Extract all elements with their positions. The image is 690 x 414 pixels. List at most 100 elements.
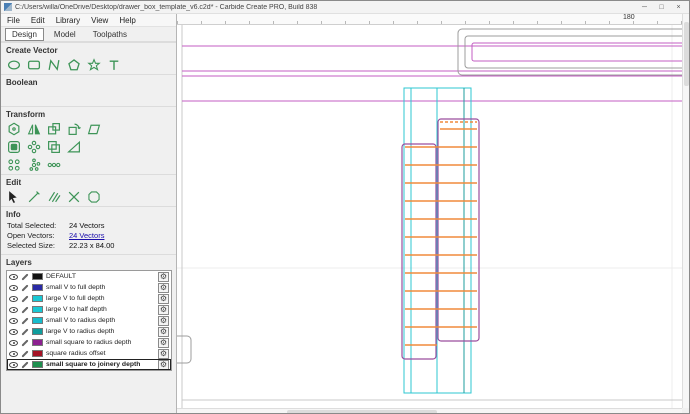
array-radial-tool-icon[interactable] <box>27 158 41 172</box>
select-cursor-icon[interactable] <box>7 190 21 204</box>
array-grid-tool-icon[interactable] <box>7 158 21 172</box>
layer-edit-icon[interactable] <box>21 295 28 302</box>
move-tool-icon[interactable] <box>7 122 21 136</box>
layer-edit-icon[interactable] <box>21 361 28 368</box>
layer-visibility-icon[interactable] <box>9 340 18 346</box>
array-row-tool-icon[interactable] <box>47 158 61 172</box>
layer-name[interactable]: large V to radius depth <box>46 328 155 335</box>
layer-visibility-icon[interactable] <box>9 307 18 313</box>
skew-tool-icon[interactable] <box>87 122 101 136</box>
layer-row-default[interactable]: DEFAULT ⚙ <box>7 271 171 282</box>
menu-edit[interactable]: Edit <box>31 16 45 25</box>
canvas-area[interactable]: 180 <box>177 14 689 414</box>
layer-visibility-icon[interactable] <box>9 329 18 335</box>
scale-tool-icon[interactable] <box>47 122 61 136</box>
layer-settings-gear-icon[interactable]: ⚙ <box>158 338 169 348</box>
curve-tool-icon[interactable] <box>47 58 61 72</box>
layer-color-swatch[interactable] <box>32 295 43 302</box>
offset-tool-icon[interactable] <box>7 140 21 154</box>
layer-row-square-radius-offset[interactable]: square radius offset ⚙ <box>7 348 171 359</box>
menu-file[interactable]: File <box>7 16 20 25</box>
layer-edit-icon[interactable] <box>21 273 28 280</box>
layer-row-small-v-full[interactable]: small V to full depth ⚙ <box>7 282 171 293</box>
menu-library[interactable]: Library <box>56 16 80 25</box>
rotate-tool-icon[interactable] <box>67 122 81 136</box>
layer-visibility-icon[interactable] <box>9 296 18 302</box>
design-drawing[interactable] <box>177 25 684 408</box>
layer-settings-gear-icon[interactable]: ⚙ <box>158 316 169 326</box>
layer-settings-gear-icon[interactable]: ⚙ <box>158 360 169 370</box>
layer-color-swatch[interactable] <box>32 361 43 368</box>
mirror-tool-icon[interactable] <box>27 122 41 136</box>
layer-settings-gear-icon[interactable]: ⚙ <box>158 272 169 282</box>
tab-toolpaths[interactable]: Toolpaths <box>86 28 134 41</box>
layer-visibility-icon[interactable] <box>9 285 18 291</box>
array-circular-tool-icon[interactable] <box>27 140 41 154</box>
close-button[interactable]: × <box>670 2 687 13</box>
layer-edit-icon[interactable] <box>21 339 28 346</box>
layer-row-large-v-half[interactable]: large V to half depth ⚙ <box>7 304 171 315</box>
layer-settings-gear-icon[interactable]: ⚙ <box>158 294 169 304</box>
layer-row-large-v-radius[interactable]: large V to radius depth ⚙ <box>7 326 171 337</box>
vertical-scrollbar-thumb[interactable] <box>684 22 689 86</box>
trim-vectors-tool-icon[interactable] <box>47 190 61 204</box>
menu-help[interactable]: Help <box>119 16 135 25</box>
layer-name[interactable]: large V to half depth <box>46 306 155 313</box>
layer-row-small-v-radius[interactable]: small V to radius depth ⚙ <box>7 315 171 326</box>
ellipse-tool-icon[interactable] <box>7 58 21 72</box>
layer-name[interactable]: small V to radius depth <box>46 317 155 324</box>
horizontal-scrollbar[interactable] <box>177 408 684 414</box>
layer-name[interactable]: small square to joinery depth <box>46 361 155 368</box>
polygon-tool-icon[interactable] <box>67 58 81 72</box>
layer-color-swatch[interactable] <box>32 328 43 335</box>
measure-tool-icon[interactable] <box>67 140 81 154</box>
layer-color-swatch[interactable] <box>32 339 43 346</box>
menu-view[interactable]: View <box>91 16 108 25</box>
purple-square-vectors[interactable] <box>402 119 479 359</box>
orange-joinery-vectors[interactable] <box>405 122 477 345</box>
layer-color-swatch[interactable] <box>32 317 43 324</box>
star-tool-icon[interactable] <box>87 58 101 72</box>
layer-edit-icon[interactable] <box>21 350 28 357</box>
layer-settings-gear-icon[interactable]: ⚙ <box>158 305 169 315</box>
maximize-button[interactable]: □ <box>653 2 670 13</box>
vertical-scrollbar[interactable] <box>682 14 689 408</box>
horizontal-scrollbar-thumb[interactable] <box>287 410 437 414</box>
layer-visibility-icon[interactable] <box>9 318 18 324</box>
layer-edit-icon[interactable] <box>21 328 28 335</box>
magenta-horizontal-vectors[interactable] <box>182 43 684 101</box>
node-edit-tool-icon[interactable] <box>27 190 41 204</box>
layer-name[interactable]: square radius offset <box>46 350 155 357</box>
tab-design[interactable]: Design <box>5 28 44 41</box>
layer-row-small-square-radius[interactable]: small square to radius depth ⚙ <box>7 337 171 348</box>
layer-settings-gear-icon[interactable]: ⚙ <box>158 283 169 293</box>
layer-edit-icon[interactable] <box>21 317 28 324</box>
open-vectors-link[interactable]: 24 Vectors <box>69 231 104 241</box>
layer-settings-gear-icon[interactable]: ⚙ <box>158 327 169 337</box>
layer-visibility-icon[interactable] <box>9 362 18 368</box>
drawing-viewport[interactable] <box>177 25 684 408</box>
layer-name[interactable]: large V to full depth <box>46 295 155 302</box>
boolean-tool-icon[interactable] <box>47 140 61 154</box>
layer-row-large-v-full[interactable]: large V to full depth ⚙ <box>7 293 171 304</box>
tab-model[interactable]: Model <box>47 28 83 41</box>
minimize-button[interactable]: ─ <box>636 2 653 13</box>
join-vectors-tool-icon[interactable] <box>67 190 81 204</box>
layer-name[interactable]: small V to full depth <box>46 284 155 291</box>
layer-visibility-icon[interactable] <box>9 351 18 357</box>
rectangle-tool-icon[interactable] <box>27 58 41 72</box>
layer-name[interactable]: small square to radius depth <box>46 339 155 346</box>
layer-edit-icon[interactable] <box>21 284 28 291</box>
merge-vectors-tool-icon[interactable] <box>87 190 101 204</box>
layer-settings-gear-icon[interactable]: ⚙ <box>158 349 169 359</box>
layer-name[interactable]: DEFAULT <box>46 273 155 280</box>
layer-edit-icon[interactable] <box>21 306 28 313</box>
layer-color-swatch[interactable] <box>32 284 43 291</box>
layer-color-swatch[interactable] <box>32 306 43 313</box>
text-tool-icon[interactable] <box>107 58 121 72</box>
layer-color-swatch[interactable] <box>32 273 43 280</box>
layer-visibility-icon[interactable] <box>9 274 18 280</box>
layer-color-swatch[interactable] <box>32 350 43 357</box>
gray-outline-vectors[interactable] <box>177 29 684 363</box>
layer-row-small-square-joinery[interactable]: small square to joinery depth ⚙ <box>7 359 171 370</box>
